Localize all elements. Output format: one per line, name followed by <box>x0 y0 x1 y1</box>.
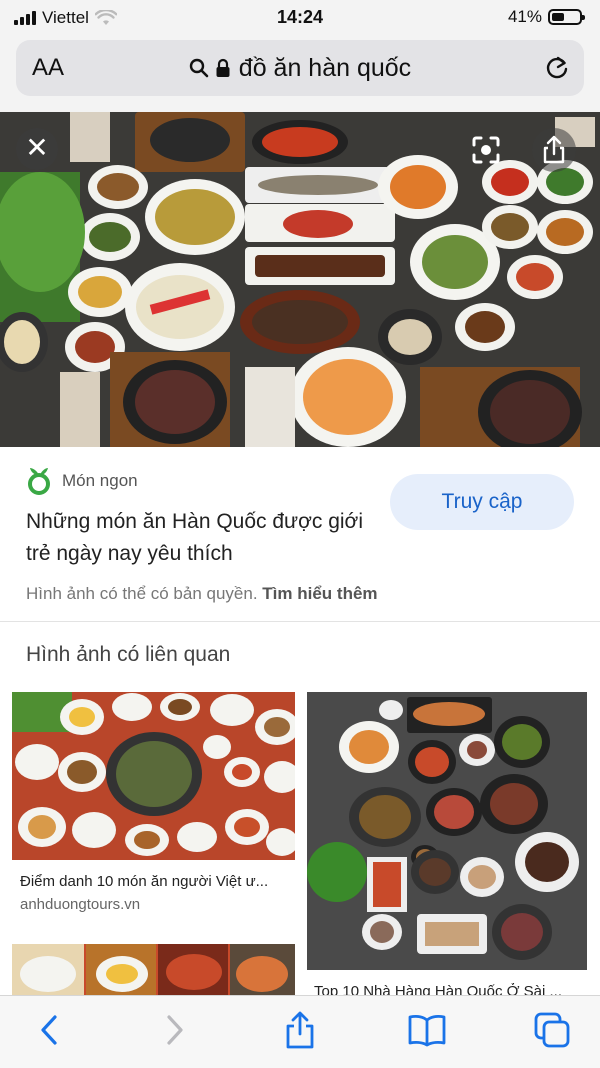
site-logo-icon <box>28 468 50 495</box>
battery-icon <box>548 9 585 25</box>
url-field[interactable]: đồ ăn hàn quốc <box>16 54 584 83</box>
close-button[interactable]: ✕ <box>16 128 58 170</box>
related-image-3-picture <box>12 944 295 995</box>
related-image-1-picture <box>12 692 295 860</box>
learn-more-link[interactable]: Tìm hiểu thêm <box>262 584 377 603</box>
related-heading: Hình ảnh có liên quan <box>26 643 231 666</box>
share-image-button[interactable] <box>532 128 576 172</box>
korean-food-spread-image <box>0 112 600 447</box>
reload-icon[interactable] <box>544 54 570 82</box>
back-button[interactable] <box>24 1008 74 1052</box>
related-image-3[interactable] <box>12 944 295 995</box>
status-bar: Viettel 14:24 41% <box>0 0 600 36</box>
share-button[interactable] <box>275 1008 325 1052</box>
lock-icon <box>216 58 230 77</box>
search-icon <box>189 58 209 78</box>
chevron-left-icon <box>41 1015 57 1045</box>
share-icon <box>286 1011 314 1049</box>
tabs-icon <box>534 1012 570 1048</box>
battery-percent: 41% <box>507 7 542 26</box>
share-icon <box>543 135 565 164</box>
battery-indicator: 41% <box>507 7 585 27</box>
preview-image[interactable] <box>0 112 600 447</box>
bookmarks-button[interactable] <box>402 1008 452 1052</box>
address-bar-area: AA đồ ăn hàn quốc <box>0 36 600 113</box>
related-image-2-picture <box>307 692 587 970</box>
bottom-toolbar <box>0 995 600 1068</box>
related-image-2[interactable] <box>307 692 587 970</box>
related-image-1[interactable] <box>12 692 295 860</box>
chevron-right-icon <box>167 1015 183 1045</box>
address-bar[interactable]: AA đồ ăn hàn quốc <box>16 40 584 96</box>
related-domain-1[interactable]: anhduongtours.vn <box>20 896 140 913</box>
visit-button[interactable]: Truy cập <box>390 474 574 530</box>
related-caption-1[interactable]: Điểm danh 10 món ăn người Việt ư... <box>20 873 290 890</box>
source-site[interactable]: Món ngon <box>26 466 138 496</box>
lens-search-icon[interactable] <box>466 130 506 170</box>
source-name: Món ngon <box>62 471 138 490</box>
divider <box>0 621 600 622</box>
search-query: đồ ăn hàn quốc <box>238 54 412 82</box>
forward-button[interactable] <box>150 1008 200 1052</box>
copyright-text: Hình ảnh có thể có bản quyền. <box>26 584 258 603</box>
copyright-note: Hình ảnh có thể có bản quyền. Tìm hiểu t… <box>26 584 378 604</box>
result-title[interactable]: Những món ăn Hàn Quốc được giới trẻ ngày… <box>26 506 376 570</box>
tabs-button[interactable] <box>527 1008 577 1052</box>
book-icon <box>408 1015 446 1047</box>
